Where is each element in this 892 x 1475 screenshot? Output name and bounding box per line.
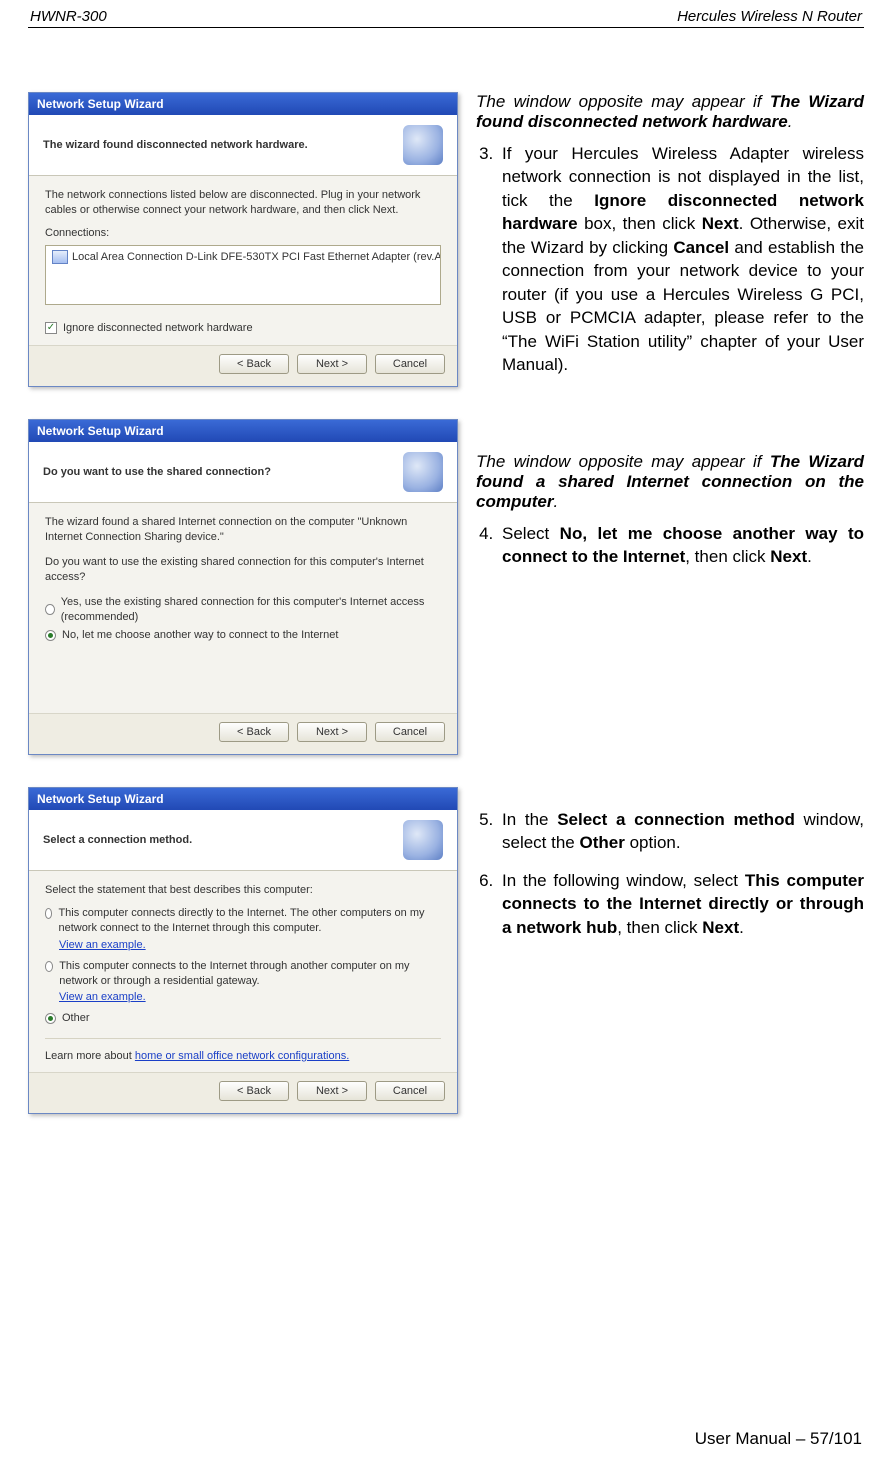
next-button[interactable]: Next > <box>297 354 367 374</box>
s6e: . <box>739 918 744 937</box>
s5d: Other <box>580 833 625 852</box>
instr1-lead-a: The window opposite may appear if <box>476 92 770 111</box>
option-yes[interactable]: Yes, use the existing shared connection … <box>45 593 441 627</box>
instr2-step4: Select No, let me choose another way to … <box>498 522 864 569</box>
s6c: , then click <box>617 918 702 937</box>
s3d: Next <box>702 214 739 233</box>
s5a: In the <box>502 810 557 829</box>
instr2-steps: Select No, let me choose another way to … <box>476 522 864 569</box>
instr1-step3: If your Hercules Wireless Adapter wirele… <box>498 142 864 377</box>
wizard-shared-connection: Network Setup Wizard Do you want to use … <box>28 419 458 755</box>
option-other[interactable]: Other <box>45 1009 441 1028</box>
header-right: Hercules Wireless N Router <box>677 8 862 25</box>
ignore-checkbox-label: Ignore disconnected network hardware <box>63 321 253 336</box>
cancel-button[interactable]: Cancel <box>375 722 445 742</box>
wizard1-heading: The wizard found disconnected network ha… <box>43 139 308 151</box>
radio-other[interactable] <box>45 1013 56 1024</box>
wizard1-titlebar: Network Setup Wizard <box>29 93 457 115</box>
wizard2-found: The wizard found a shared Internet conne… <box>45 515 441 545</box>
s3f: Cancel <box>673 238 729 257</box>
s5e: option. <box>625 833 681 852</box>
wizard3-heading: Select a connection method. <box>43 834 192 846</box>
option-gateway[interactable]: This computer connects to the Internet t… <box>45 957 441 991</box>
option-other-label: Other <box>62 1011 90 1026</box>
wizard3-titlebar: Network Setup Wizard <box>29 788 457 810</box>
back-button[interactable]: < Back <box>219 354 289 374</box>
s3g: and establish the connection from your n… <box>502 238 864 374</box>
connection-item[interactable]: Local Area Connection D-Link DFE-530TX P… <box>72 250 441 265</box>
screenshot-column: Network Setup Wizard The wizard found di… <box>28 92 458 1114</box>
wizard-disconnected-hardware: Network Setup Wizard The wizard found di… <box>28 92 458 387</box>
instr3-steps: In the Select a connection method window… <box>476 808 864 939</box>
learn-prefix: Learn more about <box>45 1050 135 1062</box>
wizard-connection-method: Network Setup Wizard Select a connection… <box>28 787 458 1114</box>
instr2-lead-c: . <box>553 492 558 511</box>
instr1-lead-c: . <box>788 112 793 131</box>
ignore-checkbox-row[interactable]: Ignore disconnected network hardware <box>45 319 441 338</box>
option-no[interactable]: No, let me choose another way to connect… <box>45 626 441 645</box>
s4a: Select <box>502 524 560 543</box>
radio-yes[interactable] <box>45 604 55 615</box>
wizard2-heading: Do you want to use the shared connection… <box>43 466 271 478</box>
instr3-step6: In the following window, select This com… <box>498 869 864 939</box>
adapter-icon <box>52 250 68 264</box>
learn-more: Learn more about home or small office ne… <box>45 1049 441 1064</box>
network-icon <box>403 125 443 165</box>
instr1-lead: The window opposite may appear if The Wi… <box>476 92 864 132</box>
next-button[interactable]: Next > <box>297 1081 367 1101</box>
next-button[interactable]: Next > <box>297 722 367 742</box>
radio-direct[interactable] <box>45 908 52 919</box>
wizard1-intro: The network connections listed below are… <box>45 188 441 218</box>
page-footer: User Manual – 57/101 <box>695 1429 862 1449</box>
s4c: , then click <box>685 547 770 566</box>
cancel-button[interactable]: Cancel <box>375 354 445 374</box>
header-left: HWNR-300 <box>30 8 107 25</box>
connections-list[interactable]: Local Area Connection D-Link DFE-530TX P… <box>45 245 441 305</box>
option-gateway-label: This computer connects to the Internet t… <box>59 959 441 989</box>
back-button[interactable]: < Back <box>219 1081 289 1101</box>
wizard2-titlebar: Network Setup Wizard <box>29 420 457 442</box>
instr2-lead: The window opposite may appear if The Wi… <box>476 452 864 512</box>
radio-no[interactable] <box>45 630 56 641</box>
wizard2-question: Do you want to use the existing shared c… <box>45 555 441 585</box>
select-statement-label: Select the statement that best describes… <box>45 883 441 898</box>
instr1-steps: If your Hercules Wireless Adapter wirele… <box>476 142 864 377</box>
instruction-column: The window opposite may appear if The Wi… <box>476 92 864 939</box>
s4e: . <box>807 547 812 566</box>
instr3-step5: In the Select a connection method window… <box>498 808 864 855</box>
radio-gateway[interactable] <box>45 961 53 972</box>
option-no-label: No, let me choose another way to connect… <box>62 628 338 643</box>
s3c: box, then click <box>578 214 702 233</box>
view-example-link[interactable]: View an example. <box>59 939 146 951</box>
learn-more-link[interactable]: home or small office network configurati… <box>135 1050 349 1062</box>
instr2-lead-a: The window opposite may appear if <box>476 452 770 471</box>
back-button[interactable]: < Back <box>219 722 289 742</box>
s4d: Next <box>770 547 807 566</box>
network-icon <box>403 820 443 860</box>
view-example-link[interactable]: View an example. <box>59 991 146 1003</box>
ignore-checkbox[interactable] <box>45 322 57 334</box>
s6a: In the following window, select <box>502 871 745 890</box>
s5b: Select a connection method <box>557 810 795 829</box>
network-icon <box>403 452 443 492</box>
cancel-button[interactable]: Cancel <box>375 1081 445 1101</box>
s6d: Next <box>702 918 739 937</box>
option-yes-label: Yes, use the existing shared connection … <box>61 595 441 625</box>
connections-label: Connections: <box>45 226 441 241</box>
option-direct-label: This computer connects directly to the I… <box>58 906 441 936</box>
option-direct[interactable]: This computer connects directly to the I… <box>45 904 441 938</box>
